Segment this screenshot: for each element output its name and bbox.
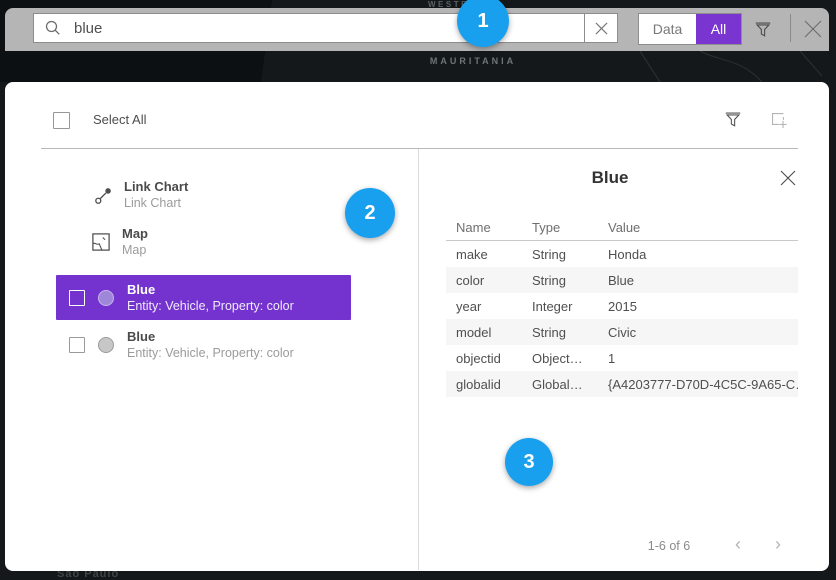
attribute-row[interactable]: makeStringHonda — [446, 241, 798, 267]
result-item[interactable]: Link ChartLink Chart — [93, 176, 188, 214]
result-item[interactable]: MapMap — [91, 223, 148, 261]
result-subtitle: Map — [122, 242, 148, 258]
cell-value: 1 — [608, 351, 798, 366]
cell-type: Integer — [532, 299, 608, 314]
cell-name: color — [456, 273, 532, 288]
result-title: Map — [122, 226, 148, 242]
annotation-callout-3: 3 — [505, 438, 553, 486]
filter-icon[interactable] — [750, 16, 776, 42]
attribute-row[interactable]: colorStringBlue — [446, 267, 798, 293]
column-header-type: Type — [532, 220, 608, 235]
link-chart-icon — [93, 186, 113, 205]
cell-name: objectid — [456, 351, 532, 366]
scope-toggle-data[interactable]: Data — [639, 14, 696, 44]
close-search-icon[interactable] — [799, 15, 827, 43]
result-text: MapMap — [122, 226, 148, 258]
cell-type: Global… — [532, 377, 608, 392]
results-list: Link ChartLink ChartMapMapBlueEntity: Ve… — [5, 82, 418, 571]
map-label-mauritania: MAURITANIA — [413, 56, 533, 66]
cell-type: String — [532, 273, 608, 288]
attribute-row[interactable]: objectidObject…1 — [446, 345, 798, 371]
map-icon — [91, 233, 111, 251]
attribute-row[interactable]: modelStringCivic — [446, 319, 798, 345]
search-results-panel: Select All Link ChartLink ChartMapMapBlu… — [5, 82, 829, 571]
result-text: BlueEntity: Vehicle, Property: color — [127, 329, 294, 361]
search-toolbar: Data All — [5, 8, 829, 51]
detail-close-icon[interactable] — [778, 168, 798, 188]
search-clear-icon[interactable] — [585, 22, 617, 35]
column-header-name: Name — [456, 220, 532, 235]
attribute-row[interactable]: yearInteger2015 — [446, 293, 798, 319]
cell-name: model — [456, 325, 532, 340]
result-subtitle: Entity: Vehicle, Property: color — [127, 345, 294, 361]
result-checkbox[interactable] — [69, 290, 85, 306]
attribute-table-header: Name Type Value — [446, 214, 798, 240]
cell-value: Blue — [608, 273, 798, 288]
detail-title: Blue — [422, 168, 798, 188]
pagination-next-icon[interactable]: › — [766, 532, 790, 556]
scope-toggle: Data All — [638, 13, 742, 45]
panel-vertical-divider — [418, 149, 419, 570]
cell-value: 2015 — [608, 299, 798, 314]
cell-type: String — [532, 325, 608, 340]
cell-value: Civic — [608, 325, 798, 340]
result-title: Blue — [127, 329, 294, 345]
pagination-prev-icon[interactable]: ‹ — [726, 532, 750, 556]
attribute-table: makeStringHondacolorStringBlueyearIntege… — [446, 241, 798, 397]
result-text: BlueEntity: Vehicle, Property: color — [127, 282, 294, 314]
entity-point-icon — [96, 290, 116, 306]
result-item[interactable]: BlueEntity: Vehicle, Property: color — [56, 275, 351, 320]
column-header-value: Value — [608, 220, 798, 235]
cell-type: Object… — [532, 351, 608, 366]
add-selection-icon[interactable] — [765, 106, 791, 132]
toolbar-divider — [790, 14, 791, 42]
result-subtitle: Entity: Vehicle, Property: color — [127, 298, 294, 314]
pagination-range: 1-6 of 6 — [624, 539, 714, 553]
cell-name: globalid — [456, 377, 532, 392]
result-checkbox[interactable] — [69, 337, 85, 353]
result-text: Link ChartLink Chart — [124, 179, 188, 211]
annotation-callout-2: 2 — [345, 188, 395, 238]
cell-type: String — [532, 247, 608, 262]
cell-value: Honda — [608, 247, 798, 262]
scope-toggle-all[interactable]: All — [696, 14, 741, 44]
result-subtitle: Link Chart — [124, 195, 188, 211]
cell-name: make — [456, 247, 532, 262]
attribute-row[interactable]: globalidGlobal…{A4203777-D70D-4C5C-9A65-… — [446, 371, 798, 397]
cell-value: {A4203777-D70D-4C5C-9A65-C… — [608, 377, 798, 392]
result-title: Blue — [127, 282, 294, 298]
result-title: Link Chart — [124, 179, 188, 195]
panel-filter-icon[interactable] — [720, 106, 746, 132]
search-icon — [34, 20, 72, 36]
result-item[interactable]: BlueEntity: Vehicle, Property: color — [56, 323, 351, 367]
entity-point-icon — [96, 337, 116, 353]
cell-name: year — [456, 299, 532, 314]
search-box[interactable] — [33, 13, 618, 43]
